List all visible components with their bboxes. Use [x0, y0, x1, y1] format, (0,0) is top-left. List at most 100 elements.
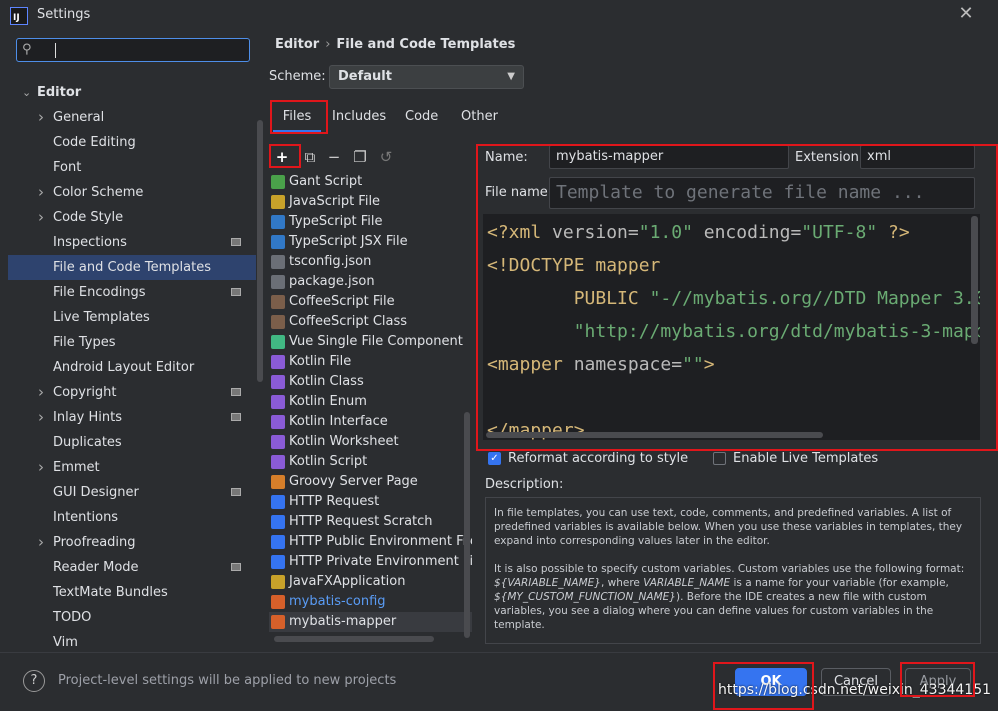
- sidebar-item-todo[interactable]: TODO: [8, 605, 256, 630]
- file-name-field[interactable]: Template to generate file name ...: [549, 177, 975, 209]
- template-list-item[interactable]: mybatis-mapper: [269, 612, 472, 632]
- create-child-template-button[interactable]: ⧉: [299, 146, 321, 168]
- template-list-item[interactable]: mybatis-config: [269, 592, 472, 612]
- template-list-item[interactable]: JavaScript File: [269, 192, 472, 212]
- remove-template-button[interactable]: −: [323, 146, 345, 168]
- template-list-item[interactable]: Gant Script: [269, 172, 472, 192]
- template-list-item[interactable]: Groovy Server Page: [269, 472, 472, 492]
- tab-includes[interactable]: Includes: [332, 102, 386, 132]
- sidebar-item-label: Android Layout Editor: [53, 360, 195, 375]
- sidebar-item-color-scheme[interactable]: › Color Scheme: [8, 180, 256, 205]
- template-list-item[interactable]: HTTP Private Environment File: [269, 552, 472, 572]
- template-list-item[interactable]: CoffeeScript File: [269, 292, 472, 312]
- kotlin-script-icon: [271, 455, 285, 469]
- breadcrumb: Editor › File and Code Templates: [275, 37, 515, 52]
- chevron-right-icon[interactable]: ›: [38, 205, 44, 230]
- sidebar-item-label: Copyright: [53, 385, 117, 400]
- title-bar: IJ Settings ✕: [0, 0, 998, 32]
- sidebar-item-file-types[interactable]: File Types: [8, 330, 256, 355]
- template-list-item[interactable]: JavaFXApplication: [269, 572, 472, 592]
- description-paragraph: In file templates, you can use text, cod…: [494, 507, 963, 547]
- xml-file-icon: [271, 595, 285, 609]
- tab-code[interactable]: Code: [405, 102, 438, 132]
- template-list-item[interactable]: TypeScript File: [269, 212, 472, 232]
- sidebar-item-code-style[interactable]: › Code Style: [8, 205, 256, 230]
- search-input[interactable]: ⚲: [16, 38, 250, 62]
- description-panel: In file templates, you can use text, cod…: [485, 497, 981, 644]
- sidebar-item-font[interactable]: Font: [8, 155, 256, 180]
- sidebar-item-inspections[interactable]: Inspections: [8, 230, 256, 255]
- sidebar-item-file-encodings[interactable]: File Encodings: [8, 280, 256, 305]
- template-list-item[interactable]: Kotlin Worksheet: [269, 432, 472, 452]
- name-field[interactable]: mybatis-mapper: [549, 145, 789, 169]
- sidebar-item-copyright[interactable]: › Copyright: [8, 380, 256, 405]
- template-list-item[interactable]: Kotlin Interface: [269, 412, 472, 432]
- chevron-down-icon: ▼: [507, 71, 515, 82]
- template-list-item[interactable]: package.json: [269, 272, 472, 292]
- sidebar-item-emmet[interactable]: › Emmet: [8, 455, 256, 480]
- tab-other[interactable]: Other: [461, 102, 498, 132]
- tab-files[interactable]: Files: [273, 102, 321, 132]
- chevron-right-icon[interactable]: ›: [38, 530, 44, 555]
- template-list-item[interactable]: CoffeeScript Class: [269, 312, 472, 332]
- sidebar-item-inlay-hints[interactable]: › Inlay Hints: [8, 405, 256, 430]
- tree-section-editor[interactable]: ⌄ Editor: [8, 80, 256, 105]
- editor-vscrollbar[interactable]: [971, 216, 978, 344]
- sidebar-item-reader-mode[interactable]: Reader Mode: [8, 555, 256, 580]
- help-icon[interactable]: ?: [23, 670, 45, 692]
- add-template-button[interactable]: +: [271, 146, 293, 168]
- sidebar-item-label: File Encodings: [53, 285, 146, 300]
- sidebar-item-intentions[interactable]: Intentions: [8, 505, 256, 530]
- scheme-label: Scheme:: [269, 69, 326, 84]
- chevron-right-icon[interactable]: ›: [38, 380, 44, 405]
- template-list-item[interactable]: TypeScript JSX File: [269, 232, 472, 252]
- project-scope-icon: [231, 288, 241, 296]
- template-list-item[interactable]: HTTP Request Scratch: [269, 512, 472, 532]
- text-caret: [55, 43, 56, 58]
- template-list-item[interactable]: Kotlin Enum: [269, 392, 472, 412]
- close-icon[interactable]: ✕: [955, 3, 977, 25]
- template-name: HTTP Request Scratch: [289, 514, 433, 529]
- sidebar-item-duplicates[interactable]: Duplicates: [8, 430, 256, 455]
- sidebar-item-textmate-bundles[interactable]: TextMate Bundles: [8, 580, 256, 605]
- copy-template-button[interactable]: ❐: [349, 146, 371, 168]
- sidebar-item-live-templates[interactable]: Live Templates: [8, 305, 256, 330]
- template-name: JavaScript File: [289, 194, 381, 209]
- project-scope-icon: [231, 238, 241, 246]
- template-code-editor[interactable]: <?xml version="1.0" encoding="UTF-8" ?> …: [483, 214, 980, 440]
- extension-field[interactable]: xml: [860, 145, 975, 169]
- sidebar-item-label: Code Editing: [53, 135, 136, 150]
- description-paragraph: It is also possible to specify custom va…: [494, 563, 965, 631]
- chevron-right-icon[interactable]: ›: [38, 105, 44, 130]
- sidebar-item-gui-designer[interactable]: GUI Designer: [8, 480, 256, 505]
- sidebar-item-code-editing[interactable]: Code Editing: [8, 130, 256, 155]
- project-scope-icon: [231, 563, 241, 571]
- template-list-item[interactable]: Kotlin Class: [269, 372, 472, 392]
- sidebar-item-general[interactable]: › General: [8, 105, 256, 130]
- sidebar-item-file-and-code-templates[interactable]: File and Code Templates: [8, 255, 256, 280]
- template-list-scrollbar[interactable]: [464, 412, 470, 638]
- template-list-item[interactable]: Kotlin Script: [269, 452, 472, 472]
- kotlin-interface-icon: [271, 415, 285, 429]
- breadcrumb-parent[interactable]: Editor: [275, 37, 319, 52]
- http-private-env-icon: [271, 555, 285, 569]
- template-name: Gant Script: [289, 174, 363, 189]
- live-templates-checkbox[interactable]: [713, 452, 726, 465]
- template-list-item[interactable]: HTTP Public Environment File: [269, 532, 472, 552]
- template-list-item[interactable]: tsconfig.json: [269, 252, 472, 272]
- code-line: PUBLIC "-//mybatis.org//DTD Mapper 3.0//…: [487, 288, 980, 309]
- chevron-right-icon[interactable]: ›: [38, 455, 44, 480]
- chevron-right-icon[interactable]: ›: [38, 405, 44, 430]
- template-list-item[interactable]: Vue Single File Component: [269, 332, 472, 352]
- scheme-select[interactable]: Default ▼: [329, 65, 524, 89]
- template-list-hscrollbar[interactable]: [274, 636, 434, 642]
- reformat-checkbox[interactable]: ✓: [488, 452, 501, 465]
- template-list-item[interactable]: Kotlin File: [269, 352, 472, 372]
- sidebar-item-proofreading[interactable]: › Proofreading: [8, 530, 256, 555]
- editor-hscrollbar[interactable]: [486, 432, 823, 438]
- template-name: TypeScript JSX File: [289, 234, 408, 249]
- chevron-right-icon[interactable]: ›: [38, 180, 44, 205]
- sidebar-item-android-layout-editor[interactable]: Android Layout Editor: [8, 355, 256, 380]
- template-list-item[interactable]: HTTP Request: [269, 492, 472, 512]
- reset-icon[interactable]: ↺: [375, 146, 397, 168]
